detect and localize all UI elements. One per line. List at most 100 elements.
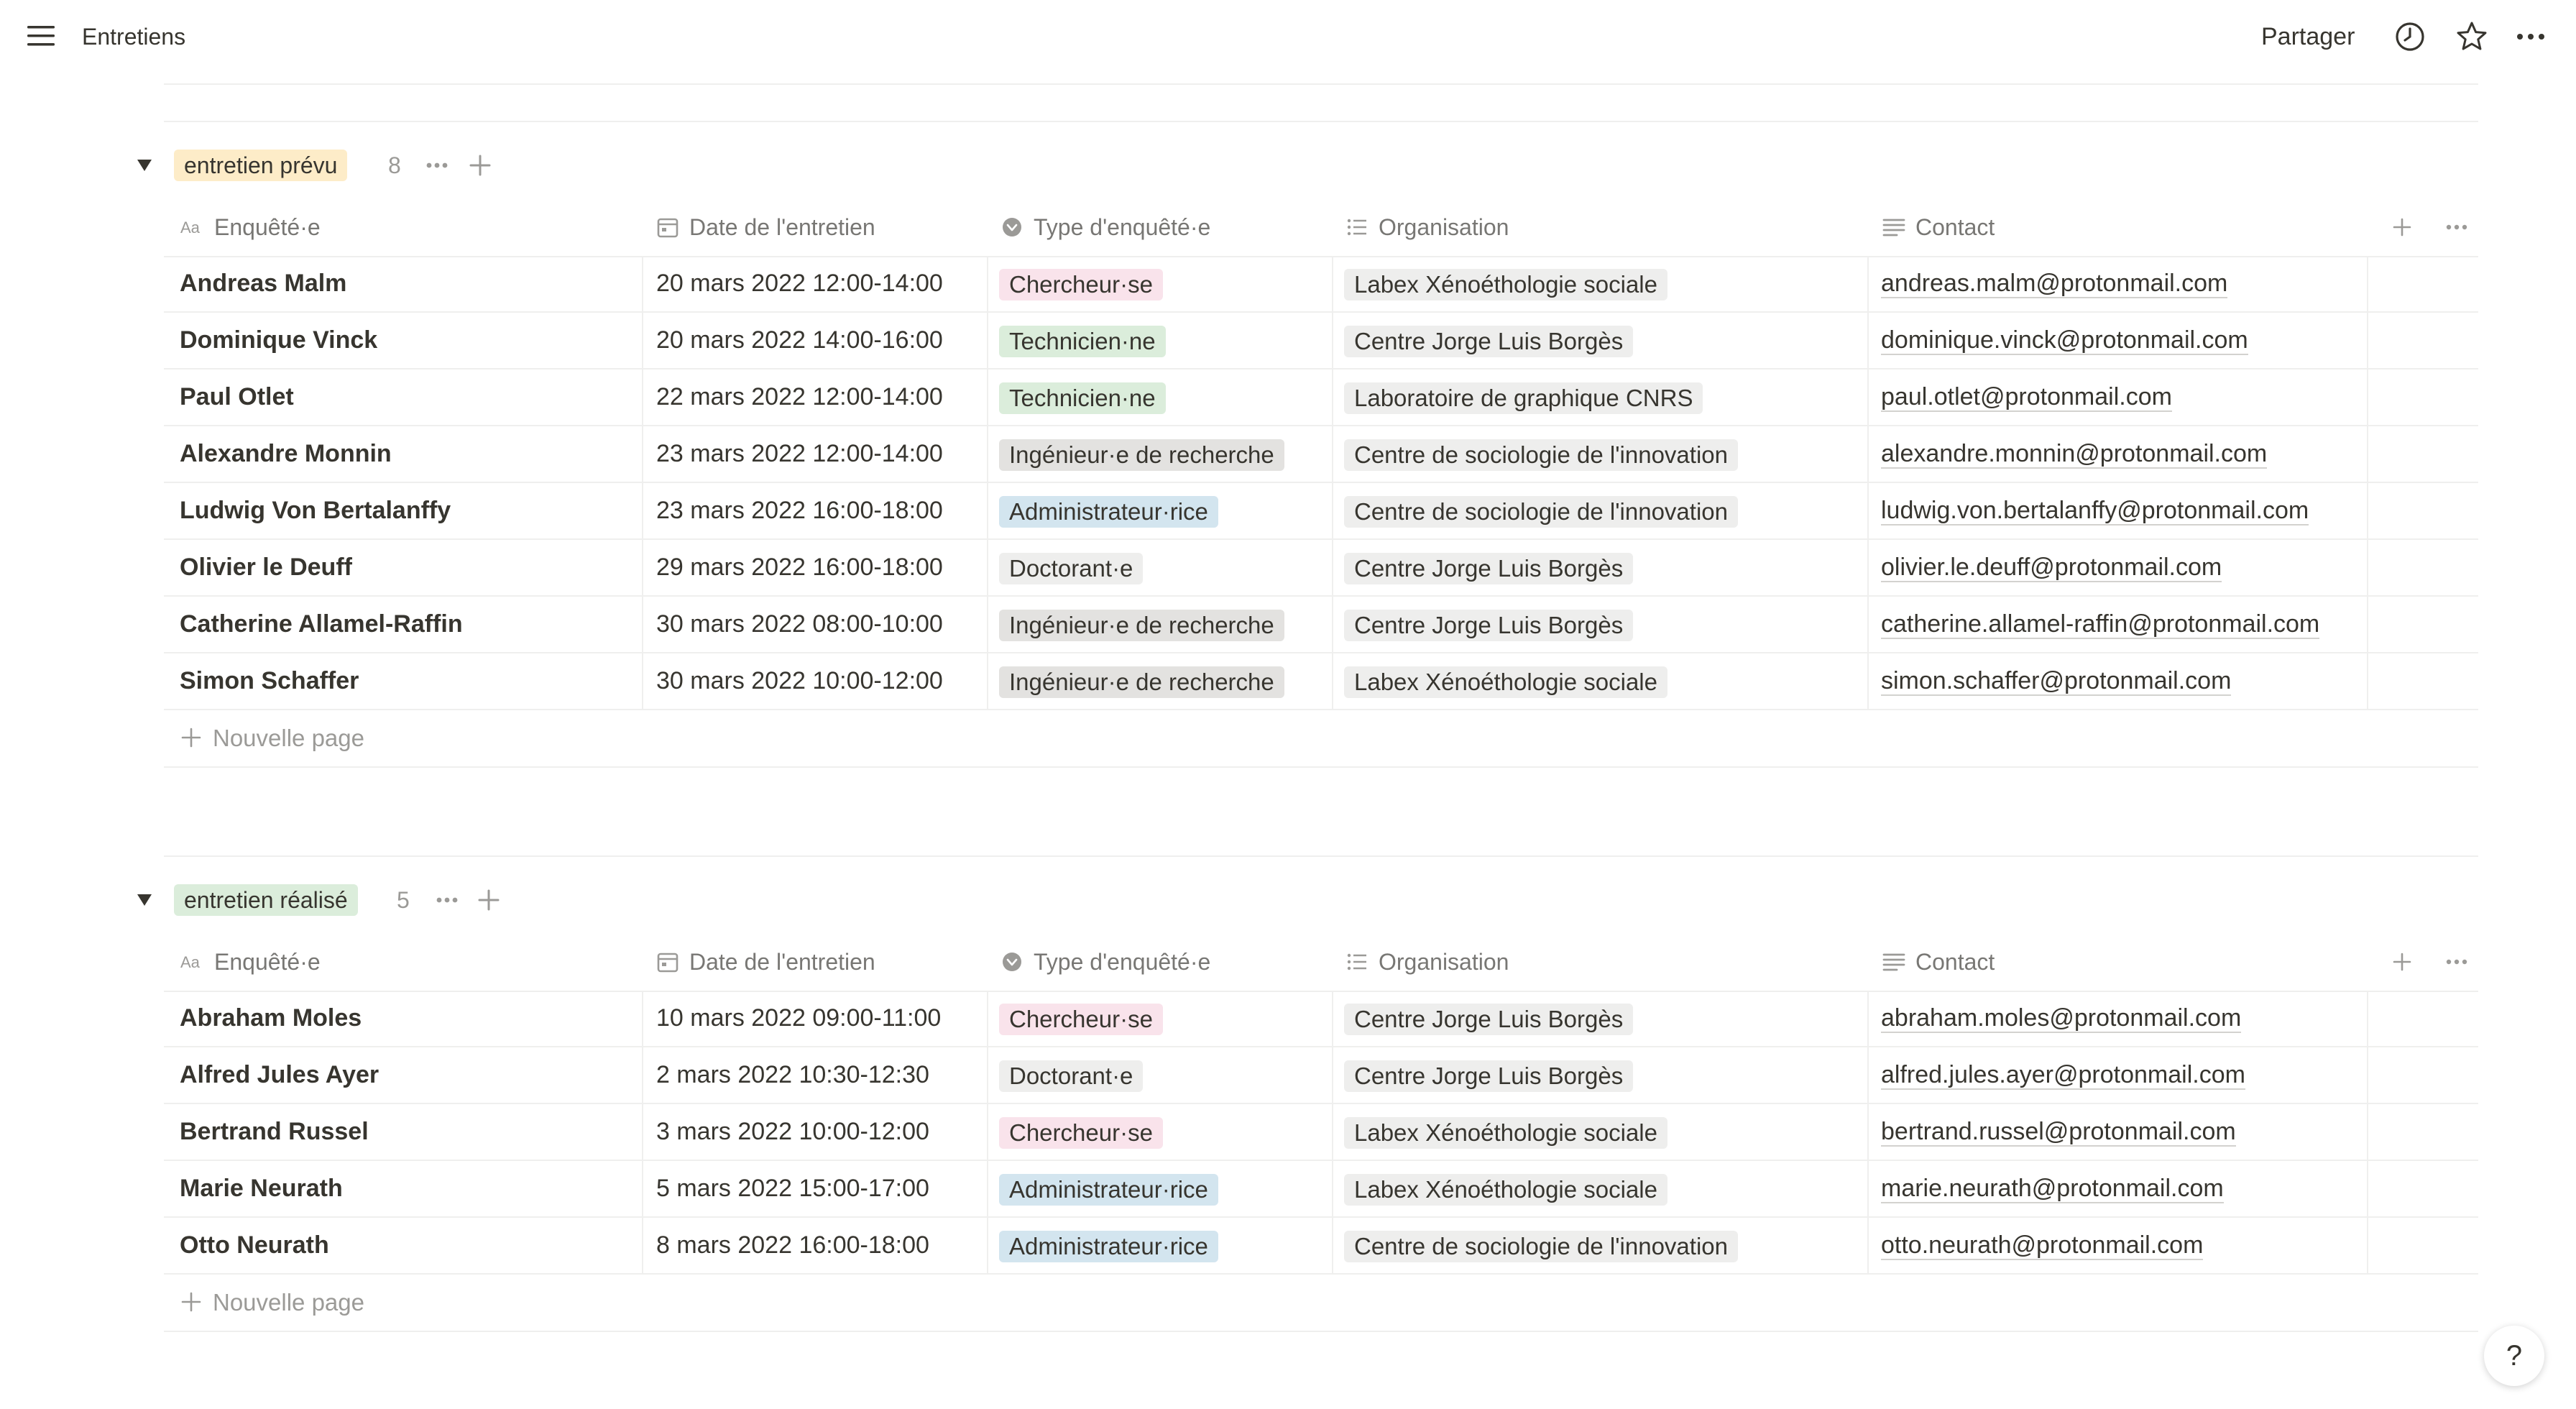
date-cell[interactable]: 8 mars 2022 16:00-18:00 [656, 1218, 994, 1273]
organisation-cell[interactable]: Centre de sociologie de l'innovation [1344, 1218, 1869, 1273]
name-cell[interactable]: Olivier le Deuff [180, 540, 640, 595]
contact-cell[interactable]: simon.schaffer@protonmail.com [1881, 653, 2384, 709]
add-property-icon[interactable] [2389, 949, 2415, 975]
date-cell[interactable]: 2 mars 2022 10:30-12:30 [656, 1047, 994, 1103]
contact-cell[interactable]: catherine.allamel-raffin@protonmail.com [1881, 597, 2384, 652]
contact-cell[interactable]: alfred.jules.ayer@protonmail.com [1881, 1047, 2384, 1103]
organisation-cell[interactable]: Centre de sociologie de l'innovation [1344, 426, 1869, 482]
collapse-toggle-icon[interactable] [137, 893, 152, 907]
table-row[interactable]: Abraham Moles 10 mars 2022 09:00-11:00 Che… [164, 991, 2478, 1047]
share-button[interactable]: Partager [2261, 0, 2355, 73]
table-row[interactable]: Dominique Vinck 20 mars 2022 14:00-16:00 T… [164, 313, 2478, 370]
add-property-icon[interactable] [2389, 214, 2415, 240]
type-cell[interactable]: Ingénieur·e de recherche [999, 653, 1337, 709]
name-cell[interactable]: Dominique Vinck [180, 313, 640, 368]
contact-cell[interactable]: bertrand.russel@protonmail.com [1881, 1104, 2384, 1160]
type-cell[interactable]: Technicien·ne [999, 313, 1337, 368]
table-row[interactable]: Catherine Allamel-Raffin 30 mars 2022 08:… [164, 597, 2478, 653]
contact-cell[interactable]: abraham.moles@protonmail.com [1881, 991, 2384, 1046]
table-row[interactable]: Alfred Jules Ayer 2 mars 2022 10:30-12:30… [164, 1047, 2478, 1104]
date-cell[interactable]: 22 mars 2022 12:00-14:00 [656, 370, 994, 425]
organisation-cell[interactable]: Centre Jorge Luis Borgès [1344, 1047, 1869, 1103]
name-cell[interactable]: Alfred Jules Ayer [180, 1047, 640, 1103]
organisation-cell[interactable]: Centre de sociologie de l'innovation [1344, 483, 1869, 538]
date-cell[interactable]: 30 mars 2022 10:00-12:00 [656, 653, 994, 709]
contact-cell[interactable]: dominique.vinck@protonmail.com [1881, 313, 2384, 368]
type-cell[interactable]: Administrateur·rice [999, 1218, 1337, 1273]
name-cell[interactable]: Paul Otlet [180, 370, 640, 425]
type-cell[interactable]: Technicien·ne [999, 370, 1337, 425]
collapse-toggle-icon[interactable] [137, 158, 152, 173]
type-cell[interactable]: Administrateur·rice [999, 483, 1337, 538]
page-title[interactable]: Entretiens [82, 0, 185, 73]
group-label[interactable]: entretien réalisé [174, 884, 358, 916]
organisation-cell[interactable]: Centre Jorge Luis Borgès [1344, 313, 1869, 368]
table-row[interactable]: Andreas Malm 20 mars 2022 12:00-14:00 Cher… [164, 256, 2478, 313]
contact-cell[interactable]: alexandre.monnin@protonmail.com [1881, 426, 2384, 482]
name-cell[interactable]: Marie Neurath [180, 1161, 640, 1216]
table-row[interactable]: Olivier le Deuff 29 mars 2022 16:00-18:00… [164, 540, 2478, 597]
organisation-cell[interactable]: Labex Xénoéthologie sociale [1344, 1104, 1869, 1160]
clock-icon[interactable] [2393, 20, 2426, 53]
name-cell[interactable]: Abraham Moles [180, 991, 640, 1046]
type-cell[interactable]: Chercheur·se [999, 256, 1337, 311]
more-icon[interactable] [2514, 20, 2547, 53]
contact-cell[interactable]: ludwig.von.bertalanffy@protonmail.com [1881, 483, 2384, 538]
table-row[interactable]: Otto Neurath 8 mars 2022 16:00-18:00 Admin… [164, 1218, 2478, 1275]
organisation-cell[interactable]: Centre Jorge Luis Borgès [1344, 597, 1869, 652]
table-more-icon[interactable] [2444, 214, 2470, 240]
organisation-cell[interactable]: Centre Jorge Luis Borgès [1344, 540, 1869, 595]
table-more-icon[interactable] [2444, 949, 2470, 975]
table-row[interactable]: Bertrand Russel 3 mars 2022 10:00-12:00 Ch… [164, 1104, 2478, 1161]
type-cell[interactable]: Chercheur·se [999, 1104, 1337, 1160]
date-cell[interactable]: 5 mars 2022 15:00-17:00 [656, 1161, 994, 1216]
type-cell[interactable]: Administrateur·rice [999, 1161, 1337, 1216]
organisation-cell[interactable]: Laboratoire de graphique CNRS [1344, 370, 1869, 425]
menu-icon[interactable] [26, 23, 56, 49]
help-button[interactable]: ? [2484, 1326, 2544, 1386]
table-row[interactable]: Simon Schaffer 30 mars 2022 10:00-12:00 In… [164, 653, 2478, 710]
name-cell[interactable]: Otto Neurath [180, 1218, 640, 1273]
type-cell[interactable]: Doctorant·e [999, 1047, 1337, 1103]
date-cell[interactable]: 20 mars 2022 12:00-14:00 [656, 256, 994, 311]
table-row[interactable]: Paul Otlet 22 mars 2022 12:00-14:00 Techni… [164, 370, 2478, 426]
type-cell[interactable]: Ingénieur·e de recherche [999, 426, 1337, 482]
type-cell[interactable]: Doctorant·e [999, 540, 1337, 595]
date-cell[interactable]: 10 mars 2022 09:00-11:00 [656, 991, 994, 1046]
date-cell[interactable]: 23 mars 2022 16:00-18:00 [656, 483, 994, 538]
date-cell[interactable]: 30 mars 2022 08:00-10:00 [656, 597, 994, 652]
group-more-icon[interactable] [434, 887, 460, 913]
table-row[interactable]: Marie Neurath 5 mars 2022 15:00-17:00 Admi… [164, 1161, 2478, 1218]
new-page-button[interactable]: Nouvelle page [164, 710, 2478, 768]
name-cell[interactable]: Bertrand Russel [180, 1104, 640, 1160]
table-row[interactable]: Ludwig Von Bertalanffy 23 mars 2022 16:00… [164, 483, 2478, 540]
name-cell[interactable]: Simon Schaffer [180, 653, 640, 709]
contact-cell[interactable]: paul.otlet@protonmail.com [1881, 370, 2384, 425]
date-cell[interactable]: 20 mars 2022 14:00-16:00 [656, 313, 994, 368]
name-cell[interactable]: Ludwig Von Bertalanffy [180, 483, 640, 538]
type-cell[interactable]: Ingénieur·e de recherche [999, 597, 1337, 652]
name-cell[interactable]: Alexandre Monnin [180, 426, 640, 482]
organisation-cell[interactable]: Labex Xénoéthologie sociale [1344, 653, 1869, 709]
contact-cell[interactable]: andreas.malm@protonmail.com [1881, 256, 2384, 311]
group-add-icon[interactable] [476, 887, 502, 913]
organisation-cell[interactable]: Labex Xénoéthologie sociale [1344, 256, 1869, 311]
date-cell[interactable]: 23 mars 2022 12:00-14:00 [656, 426, 994, 482]
organisation-cell[interactable]: Centre Jorge Luis Borgès [1344, 991, 1869, 1046]
name-cell[interactable]: Catherine Allamel-Raffin [180, 597, 640, 652]
table-row[interactable]: Alexandre Monnin 23 mars 2022 12:00-14:00… [164, 426, 2478, 483]
contact-cell[interactable]: otto.neurath@protonmail.com [1881, 1218, 2384, 1273]
star-icon[interactable] [2455, 20, 2488, 53]
column-header-label: Date de l'entretien [689, 949, 875, 975]
group-label[interactable]: entretien prévu [174, 150, 348, 181]
new-page-button[interactable]: Nouvelle page [164, 1275, 2478, 1332]
organisation-cell[interactable]: Labex Xénoéthologie sociale [1344, 1161, 1869, 1216]
group-more-icon[interactable] [424, 152, 450, 178]
type-cell[interactable]: Chercheur·se [999, 991, 1337, 1046]
group-add-icon[interactable] [467, 152, 493, 178]
contact-cell[interactable]: marie.neurath@protonmail.com [1881, 1161, 2384, 1216]
date-cell[interactable]: 29 mars 2022 16:00-18:00 [656, 540, 994, 595]
name-cell[interactable]: Andreas Malm [180, 256, 640, 311]
contact-cell[interactable]: olivier.le.deuff@protonmail.com [1881, 540, 2384, 595]
date-cell[interactable]: 3 mars 2022 10:00-12:00 [656, 1104, 994, 1160]
